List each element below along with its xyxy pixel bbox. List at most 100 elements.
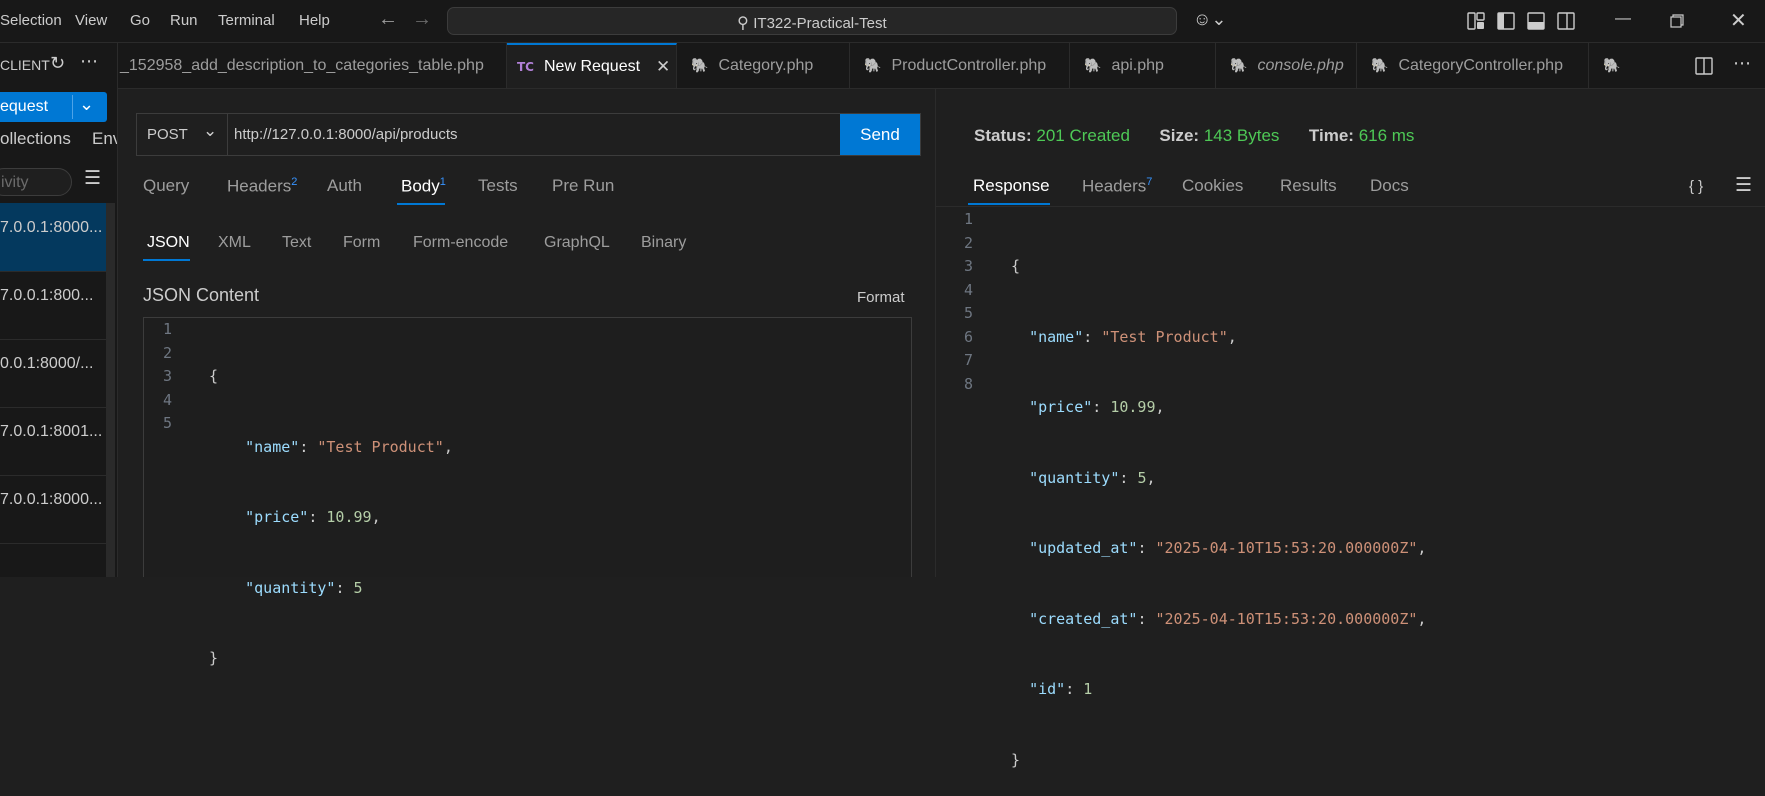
history-item[interactable]: 7.0.0.1:8000... [0, 203, 106, 272]
php-elephant-icon: 🐘 [864, 57, 882, 73]
customize-layout-icon[interactable] [1467, 12, 1485, 30]
command-center-search[interactable]: ⚲ IT322-Practical-Test [447, 7, 1177, 35]
tab-headers-label: Headers [227, 176, 292, 196]
line-number: 1 [963, 210, 973, 228]
tab-response-headers[interactable]: Headers7 [1082, 176, 1152, 197]
body-tab-binary[interactable]: Binary [641, 234, 686, 252]
tab-productcontroller-php[interactable]: 🐘 ProductController.php [850, 43, 1070, 88]
code-line: } [1011, 749, 1426, 773]
body-tab-xml[interactable]: XML [218, 234, 251, 252]
line-number: 4 [162, 390, 172, 409]
tab-collections[interactable]: ollections [0, 129, 71, 149]
active-body-tab-underline [143, 259, 190, 261]
send-button[interactable]: Send [840, 114, 920, 155]
json-value: "2025-04-10T15:53:20.000000Z" [1155, 539, 1418, 557]
tab-cookies[interactable]: Cookies [1182, 176, 1243, 196]
history-item[interactable]: 0.0.1:8000/... [0, 339, 106, 408]
tab-query[interactable]: Query [143, 176, 189, 196]
code-line: "id": 1 [1029, 680, 1093, 698]
more-actions-icon[interactable]: ⋯ [1733, 53, 1751, 74]
menu-help[interactable]: Help [299, 12, 330, 29]
menu-selection[interactable]: Selection [0, 12, 62, 29]
json-value: 10.99 [326, 508, 372, 526]
json-key: "quantity" [245, 578, 336, 597]
headers-count-badge: 7 [1146, 176, 1153, 188]
toggle-primary-sidebar-icon[interactable] [1497, 12, 1515, 30]
format-button[interactable]: Format [857, 289, 905, 306]
chevron-down-icon: ⌄ [203, 121, 218, 140]
url-input[interactable]: http://127.0.0.1:8000/api/products [234, 126, 458, 143]
more-icon[interactable]: ⋯ [80, 51, 98, 72]
tab-label: CategoryController.php [1398, 56, 1563, 74]
tab-console-php[interactable]: 🐘 console.php [1216, 43, 1357, 88]
menu-terminal[interactable]: Terminal [218, 12, 275, 29]
tab-env[interactable]: Env [92, 129, 117, 149]
back-arrow-icon[interactable]: ← [378, 8, 398, 31]
menu-lines-icon[interactable]: ☰ [84, 167, 101, 190]
request-json-editor[interactable]: 1 2 3 4 5 { "name": "Test Product", "pri… [143, 317, 912, 667]
tab-headers[interactable]: Headers2 [227, 176, 297, 197]
tab-auth[interactable]: Auth [327, 176, 362, 196]
status-label: Status: [974, 126, 1032, 145]
toggle-secondary-sidebar-icon[interactable] [1557, 12, 1575, 30]
brace-close: } [209, 649, 219, 667]
tab-truncated[interactable]: 🐘 P [1589, 43, 1629, 88]
tab-pre-run[interactable]: Pre Run [552, 176, 614, 196]
code-area: { "name": "Test Product", "price": 10.99… [209, 318, 453, 718]
history-item[interactable]: 7.0.0.1:8000... [0, 475, 106, 544]
code-line: } [209, 647, 453, 671]
json-value: "Test Product" [1101, 327, 1228, 346]
json-key: "name" [1029, 327, 1084, 346]
new-request-button[interactable]: equest ⌄ [0, 92, 107, 122]
tab-body[interactable]: Body1 [401, 176, 446, 197]
history-url: 7.0.0.1:8000... [0, 219, 103, 236]
tab-response[interactable]: Response [973, 176, 1050, 196]
tab-category-php[interactable]: 🐘 Category.php [677, 43, 850, 88]
brace-close: } [1011, 750, 1021, 769]
menu-view[interactable]: View [75, 12, 107, 29]
close-window-icon[interactable]: ✕ [1730, 8, 1747, 33]
code-line: "name": "Test Product", [1029, 327, 1237, 346]
tab-docs[interactable]: Docs [1370, 176, 1409, 196]
tab-categorycontroller-php[interactable]: 🐘 CategoryController.php [1357, 43, 1589, 88]
code-line: "name": "Test Product", [245, 437, 453, 456]
body-tab-form-encode[interactable]: Form-encode [413, 234, 508, 252]
body-tab-text[interactable]: Text [282, 234, 311, 252]
tab-new-request[interactable]: TC New Request ✕ [507, 43, 677, 88]
php-elephant-icon: 🐘 [691, 57, 709, 73]
sidebar-scrollbar[interactable] [106, 203, 115, 577]
forward-arrow-icon[interactable]: → [412, 8, 432, 31]
tab-api-php[interactable]: 🐘 api.php [1070, 43, 1216, 88]
response-code-area: { "name": "Test Product", "price": 10.99… [1011, 208, 1426, 796]
refresh-icon[interactable]: ↻ [50, 53, 65, 74]
filter-input[interactable]: ivity [0, 168, 72, 196]
history-item[interactable]: 7.0.0.1:800... [0, 271, 106, 340]
split-editor-icon[interactable] [1695, 57, 1713, 75]
minimize-icon[interactable]: — [1615, 10, 1631, 28]
copilot-icon[interactable]: ☺⌄ [1193, 9, 1226, 30]
tab-tests[interactable]: Tests [478, 176, 518, 196]
json-content-label: JSON Content [143, 285, 260, 305]
search-icon: ⚲ [737, 15, 750, 32]
curly-braces-icon[interactable]: { } [1689, 178, 1703, 195]
menu-run[interactable]: Run [170, 12, 198, 29]
body-tab-json[interactable]: JSON [147, 234, 190, 252]
chevron-down-icon[interactable]: ⌄ [79, 94, 94, 115]
close-tab-icon[interactable]: ✕ [656, 57, 670, 77]
history-item[interactable]: 7.0.0.1:8001... [0, 407, 106, 476]
json-key: "price" [245, 508, 309, 526]
menu-go[interactable]: Go [130, 12, 150, 29]
method-select[interactable]: POST ⌄ [137, 114, 228, 155]
tab-results[interactable]: Results [1280, 176, 1337, 196]
line-number: 2 [963, 233, 973, 252]
tab-migration-file[interactable]: _152958_add_description_to_categories_ta… [118, 43, 507, 88]
new-request-label: equest [0, 98, 49, 115]
body-tab-graphql[interactable]: GraphQL [544, 234, 610, 252]
menu-lines-icon[interactable]: ☰ [1735, 174, 1752, 197]
brace-open: { [1011, 257, 1021, 275]
code-line: { [1011, 255, 1426, 279]
body-tab-form[interactable]: Form [343, 234, 380, 252]
json-key: "price" [1029, 398, 1093, 416]
toggle-panel-icon[interactable] [1527, 12, 1545, 30]
restore-icon[interactable] [1670, 14, 1684, 28]
